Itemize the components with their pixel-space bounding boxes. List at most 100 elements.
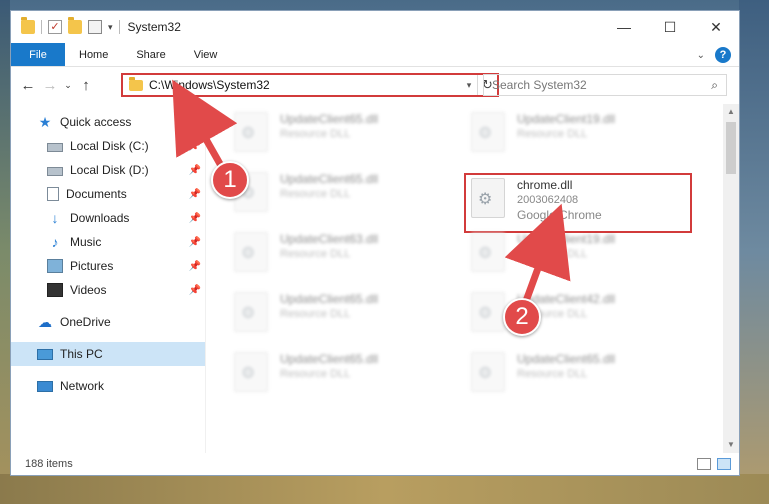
quick-access-toolbar: ✓ ▾ (11, 17, 120, 34)
tab-file[interactable]: File (11, 43, 65, 66)
sidebar-item-label: Local Disk (D:) (70, 163, 149, 177)
tab-view[interactable]: View (180, 43, 232, 66)
film-strip-icon (47, 283, 63, 297)
sidebar-item-label: Downloads (70, 211, 130, 225)
sidebar-item-label: Videos (70, 283, 107, 297)
sidebar-item-onedrive[interactable]: ☁ OneDrive (11, 310, 205, 334)
ribbon-tabs: File Home Share View ⌄ ? (11, 43, 739, 67)
dll-file-icon: ⚙ (234, 352, 268, 392)
list-item[interactable]: ⚙ UpdateClient19.dll Resource DLL (471, 232, 681, 280)
address-path[interactable]: C:\Windows\System32 (149, 78, 461, 92)
title-bar: ✓ ▾ System32 — ☐ ✕ (11, 11, 739, 43)
sidebar-item-label: This PC (60, 347, 103, 361)
scroll-up-arrow-icon[interactable]: ▲ (723, 104, 739, 120)
pin-icon: 📌 (188, 212, 201, 224)
pin-icon: 📌 (188, 236, 201, 248)
help-icon[interactable]: ? (715, 47, 731, 63)
explorer-content: ★ Quick access Local Disk (C:) 📌 Local D… (11, 104, 739, 453)
folder-icon (21, 17, 35, 34)
large-icons-view-icon[interactable] (717, 458, 731, 470)
view-toggle (697, 458, 731, 470)
sidebar-item-local-disk-c[interactable]: Local Disk (C:) 📌 (11, 134, 205, 158)
properties-check-icon[interactable]: ✓ (48, 20, 62, 34)
sidebar-item-label: Quick access (60, 115, 132, 129)
dll-file-icon: ⚙ (234, 292, 268, 332)
desktop-background-left (0, 0, 10, 504)
search-box[interactable]: Search System32 ⌕ (483, 74, 727, 96)
sidebar-item-this-pc[interactable]: This PC (11, 342, 205, 366)
sidebar-item-network[interactable]: Network (11, 374, 205, 398)
hard-drive-icon (47, 167, 63, 176)
list-item[interactable]: ⚙ UpdateClient65.dll Resource DLL (234, 172, 444, 220)
pin-icon: 📌 (188, 140, 201, 152)
minimize-button[interactable]: — (601, 11, 647, 43)
step-1-badge: 1 (211, 161, 249, 199)
new-folder-icon[interactable] (68, 17, 82, 34)
file-explorer-window: ✓ ▾ System32 — ☐ ✕ File Home Share View … (10, 10, 740, 476)
navigation-pane: ★ Quick access Local Disk (C:) 📌 Local D… (11, 104, 206, 453)
picture-icon (47, 259, 63, 273)
pin-icon: 📌 (188, 164, 201, 176)
sidebar-item-music[interactable]: ♪ Music 📌 (11, 230, 205, 254)
expand-ribbon-chevron-icon[interactable]: ⌄ (697, 50, 705, 61)
sidebar-item-documents[interactable]: Documents 📌 (11, 182, 205, 206)
dll-file-icon: ⚙ (471, 112, 505, 152)
properties-icon[interactable] (88, 20, 102, 34)
close-button[interactable]: ✕ (693, 11, 739, 43)
network-icon (37, 380, 53, 392)
list-item[interactable]: ⚙ UpdateClient65.dll Resource DLL (234, 112, 444, 160)
list-item[interactable]: ⚙ UpdateClient65.dll Resource DLL (471, 352, 681, 400)
recent-locations-button[interactable]: ⌄ (61, 80, 75, 91)
maximize-button[interactable]: ☐ (647, 11, 693, 43)
caption-buttons: — ☐ ✕ (601, 11, 739, 43)
dll-file-icon: ⚙ (471, 232, 505, 272)
ribbon-right-controls: ⌄ ? (697, 47, 731, 63)
toolbar-separator (41, 20, 42, 34)
sidebar-item-local-disk-d[interactable]: Local Disk (D:) 📌 (11, 158, 205, 182)
dll-file-icon: ⚙ (471, 352, 505, 392)
tab-share[interactable]: Share (122, 43, 179, 66)
file-list: ⚙ UpdateClient65.dll Resource DLL ⚙ Updat… (206, 104, 739, 453)
computer-monitor-icon (37, 348, 53, 360)
dll-file-icon: ⚙ (471, 292, 505, 332)
cloud-icon: ☁ (38, 314, 52, 330)
toolbar-separator (118, 20, 120, 34)
document-icon (47, 187, 59, 201)
vertical-scrollbar[interactable]: ▲ ▼ (723, 104, 739, 453)
sidebar-item-quick-access[interactable]: ★ Quick access (11, 110, 205, 134)
item-count: 188 items (25, 458, 73, 470)
sidebar-item-label: Pictures (70, 259, 114, 273)
navigation-bar: ← → ⌄ ↑ C:\Windows\System32 ▾ ↻ Search S… (11, 67, 739, 103)
search-icon[interactable]: ⌕ (711, 78, 718, 93)
up-button[interactable]: ↑ (75, 77, 97, 94)
back-button[interactable]: ← (17, 77, 39, 94)
dll-file-icon: ⚙ (234, 232, 268, 272)
list-item[interactable]: ⚙ UpdateClient19.dll Resource DLL (471, 112, 681, 160)
step-2-badge: 2 (503, 298, 541, 336)
sidebar-item-downloads[interactable]: ↓ Downloads 📌 (11, 206, 205, 230)
pin-icon: 📌 (188, 284, 201, 296)
hard-drive-icon (47, 143, 63, 152)
details-view-icon[interactable] (697, 458, 711, 470)
status-bar: 188 items (11, 453, 739, 475)
window-title: System32 (127, 20, 181, 34)
search-input[interactable]: Search System32 (492, 78, 711, 92)
sidebar-item-label: Network (60, 379, 105, 393)
scrollbar-thumb[interactable] (726, 122, 736, 174)
sidebar-item-pictures[interactable]: Pictures 📌 (11, 254, 205, 278)
download-arrow-icon: ↓ (51, 210, 59, 226)
tab-home[interactable]: Home (65, 43, 122, 66)
sidebar-item-label: Local Disk (C:) (70, 139, 149, 153)
highlight-box-chrome-dll (464, 173, 692, 233)
customize-toolbar-chevron-icon[interactable]: ▾ (108, 22, 113, 33)
sidebar-item-videos[interactable]: Videos 📌 (11, 278, 205, 302)
star-icon: ★ (38, 114, 52, 130)
list-item[interactable]: ⚙ UpdateClient65.dll Resource DLL (234, 292, 444, 340)
pin-icon: 📌 (188, 260, 201, 272)
scroll-down-arrow-icon[interactable]: ▼ (723, 437, 739, 453)
forward-button[interactable]: → (39, 77, 61, 94)
address-dropdown-chevron-icon[interactable]: ▾ (461, 80, 477, 91)
list-item[interactable]: ⚙ UpdateClient65.dll Resource DLL (234, 352, 444, 400)
list-item[interactable]: ⚙ UpdateClient63.dll Resource DLL (234, 232, 444, 280)
address-bar[interactable]: C:\Windows\System32 ▾ ↻ (121, 73, 499, 97)
